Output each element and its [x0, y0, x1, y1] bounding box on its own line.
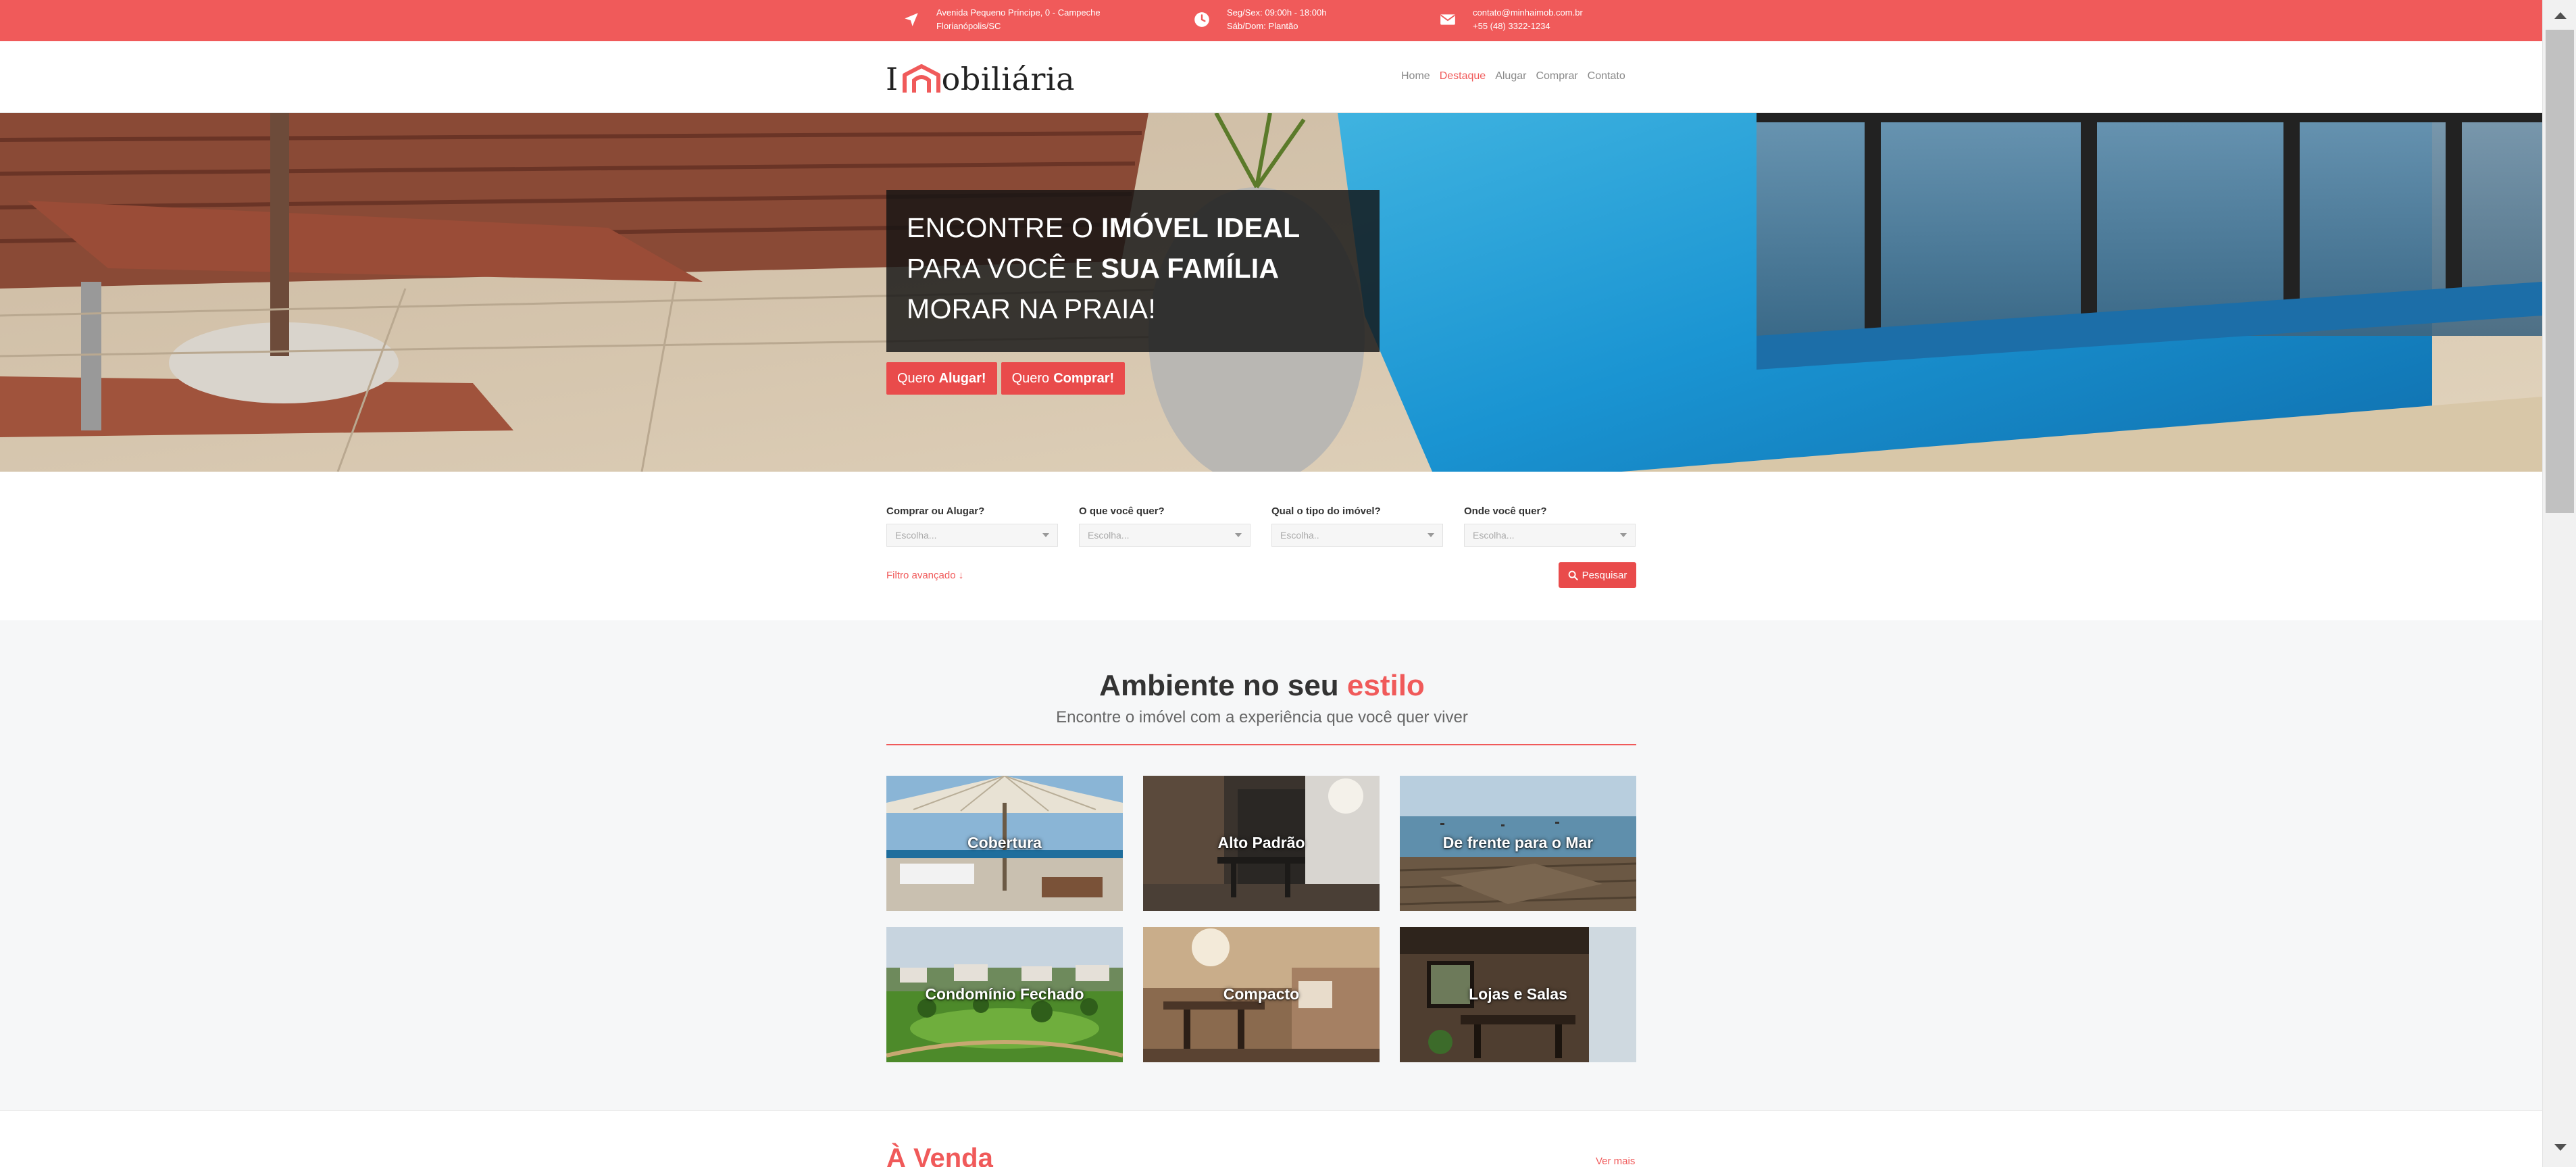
buy-button-label: Comprar! [1053, 370, 1115, 386]
hours-line1: Seg/Sex: 09:00h - 18:00h [1227, 7, 1327, 18]
select-value: Escolha... [1473, 530, 1515, 541]
scroll-up-arrow-icon[interactable] [2554, 12, 2567, 19]
contact-info: contato@minhaimob.com.br +55 (48) 3322-1… [1439, 6, 1583, 33]
hero-title-bold: SUA FAMÍLIA [1101, 253, 1280, 284]
rent-button-prefix: Quero [897, 370, 935, 386]
hero-title-bold: IMÓVEL IDEAL [1101, 212, 1300, 243]
hero-title-part: PARA VOCÊ E [907, 253, 1101, 284]
rent-button-label: Alugar! [938, 370, 986, 386]
tile-alto-padrao[interactable]: Alto Padrão [1143, 776, 1380, 911]
scroll-down-arrow-icon[interactable] [2554, 1144, 2567, 1151]
what-want-select[interactable]: Escolha... [1079, 524, 1251, 547]
house-logo-icon [902, 64, 940, 93]
sale-title: À Venda [886, 1143, 993, 1167]
section-title: Ambiente no seu estilo [0, 669, 2524, 703]
field-label: Onde você quer? [1464, 505, 1547, 517]
tile-cobertura[interactable]: Cobertura [886, 776, 1123, 911]
hero-title-part: ENCONTRE O [907, 212, 1102, 243]
tile-label: Condomínio Fechado [925, 985, 1084, 1003]
rent-button[interactable]: Quero Alugar! [886, 362, 997, 395]
buy-button[interactable]: Quero Comprar! [1001, 362, 1126, 395]
property-type-select[interactable]: Escolha.. [1271, 524, 1443, 547]
advanced-filter-link[interactable]: Filtro avançado ↓ [886, 570, 963, 581]
nav-comprar[interactable]: Comprar [1536, 70, 1577, 82]
hero-banner: ENCONTRE O IMÓVEL IDEAL PARA VOCÊ E SUA … [0, 113, 2542, 472]
nav-destaque[interactable]: Destaque [1440, 70, 1486, 82]
tile-lojas-salas[interactable]: Lojas e Salas [1400, 927, 1636, 1062]
hero-title-part: MORAR NA PRAIA! [907, 293, 1157, 324]
sale-section: À Venda Ver mais [0, 1110, 2542, 1167]
address-info: Avenida Pequeno Príncipe, 0 - Campeche F… [903, 6, 1101, 33]
tile-label: De frente para o Mar [1442, 834, 1594, 851]
tile-label: Cobertura [967, 834, 1042, 851]
caret-down-icon [1042, 533, 1049, 537]
tile-compacto[interactable]: Compacto [1143, 927, 1380, 1062]
top-info-bar: Avenida Pequeno Príncipe, 0 - Campeche F… [0, 0, 2542, 41]
styles-section: Ambiente no seu estilo Encontre o imóvel… [0, 620, 2542, 1110]
field-what-want: O que você quer? Escolha... [1079, 505, 1251, 547]
contact-email[interactable]: contato@minhaimob.com.br [1473, 6, 1583, 20]
section-title-accent: estilo [1346, 669, 1425, 702]
logo[interactable]: I obiliária [886, 60, 1075, 98]
select-value: Escolha.. [1280, 530, 1319, 541]
search-button-label: Pesquisar [1582, 569, 1627, 581]
tile-condominio-fechado[interactable]: Condomínio Fechado [886, 927, 1123, 1062]
site-header: I obiliária Home Destaque Alugar Comprar… [0, 41, 2542, 113]
section-subtitle: Encontre o imóvel com a experiência que … [1056, 708, 1468, 726]
caret-down-icon [1620, 533, 1627, 537]
nav-alugar[interactable]: Alugar [1495, 70, 1526, 82]
caret-down-icon [1235, 533, 1242, 537]
select-value: Escolha... [1088, 530, 1130, 541]
logo-text-left: I [886, 61, 899, 97]
envelope-icon [1440, 14, 1455, 25]
section-divider [886, 744, 1636, 745]
field-property-type: Qual o tipo do imóvel? Escolha.. [1271, 505, 1443, 547]
search-button[interactable]: Pesquisar [1559, 562, 1636, 588]
address-line2: Florianópolis/SC [936, 21, 1001, 31]
search-icon [1568, 570, 1578, 580]
tile-frente-mar[interactable]: De frente para o Mar [1400, 776, 1636, 911]
field-buy-or-rent: Comprar ou Alugar? Escolha... [886, 505, 1058, 547]
nav-home[interactable]: Home [1401, 70, 1430, 82]
address-line1: Avenida Pequeno Príncipe, 0 - Campeche [936, 7, 1101, 18]
field-label: O que você quer? [1079, 505, 1165, 517]
location-select[interactable]: Escolha... [1464, 524, 1636, 547]
field-location: Onde você quer? Escolha... [1464, 505, 1636, 547]
logo-text-right: obiliária [941, 61, 1075, 97]
see-more-link[interactable]: Ver mais [1596, 1156, 1635, 1167]
location-arrow-icon [905, 13, 918, 26]
field-label: Comprar ou Alugar? [886, 505, 985, 517]
hero-buttons: Quero Alugar! Quero Comprar! [886, 362, 1126, 395]
scrollbar[interactable] [2542, 0, 2576, 1167]
scrollbar-thumb[interactable] [2546, 30, 2574, 513]
buy-button-prefix: Quero [1011, 370, 1050, 386]
contact-phone: +55 (48) 3322-1234 [1473, 21, 1550, 31]
hours-info: Seg/Sex: 09:00h - 18:00h Sáb/Dom: Plantã… [1193, 6, 1326, 33]
field-label: Qual o tipo do imóvel? [1271, 505, 1381, 517]
main-nav: Home Destaque Alugar Comprar Contato [1401, 70, 1625, 82]
search-form: Comprar ou Alugar? Escolha... O que você… [0, 472, 2542, 620]
tile-label: Compacto [1223, 985, 1300, 1003]
hero-title: ENCONTRE O IMÓVEL IDEAL PARA VOCÊ E SUA … [907, 207, 1359, 329]
clock-icon [1194, 12, 1209, 27]
hero-headline-box: ENCONTRE O IMÓVEL IDEAL PARA VOCÊ E SUA … [886, 190, 1380, 352]
nav-contato[interactable]: Contato [1588, 70, 1625, 82]
buy-or-rent-select[interactable]: Escolha... [886, 524, 1058, 547]
select-value: Escolha... [895, 530, 937, 541]
section-title-main: Ambiente no seu [1099, 669, 1347, 702]
hours-line2: Sáb/Dom: Plantão [1227, 21, 1298, 31]
tile-label: Alto Padrão [1217, 834, 1305, 851]
tile-label: Lojas e Salas [1469, 985, 1567, 1003]
caret-down-icon [1428, 533, 1434, 537]
